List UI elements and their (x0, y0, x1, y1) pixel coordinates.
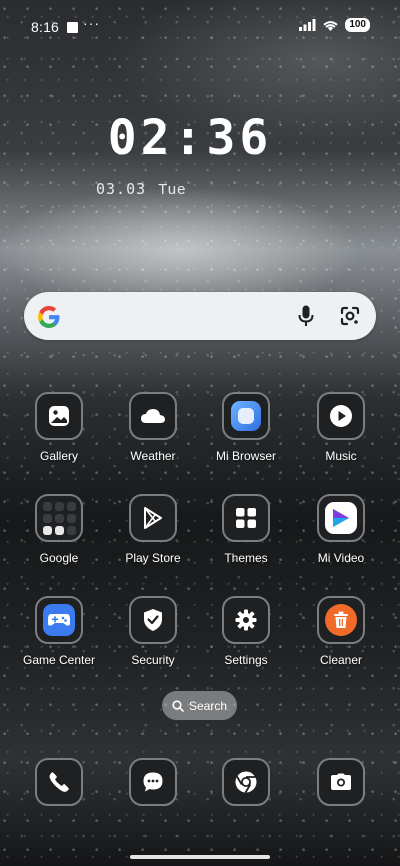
dock-messages[interactable] (108, 758, 198, 806)
weekday-text: Tue (158, 181, 187, 198)
app-cleaner[interactable]: Cleaner (296, 596, 386, 667)
google-g-icon (38, 306, 60, 328)
play-store-icon (129, 494, 177, 542)
notification-square-icon (67, 22, 78, 33)
camera-icon (317, 758, 365, 806)
dock-camera[interactable] (296, 758, 386, 806)
signal-icon (299, 19, 316, 31)
video-icon (317, 494, 365, 542)
cloud-icon (129, 392, 177, 440)
trash-icon (317, 596, 365, 644)
date-text: 03.03 (96, 180, 147, 198)
app-mi-browser[interactable]: Mi Browser (201, 392, 291, 463)
home-indicator[interactable] (130, 855, 270, 859)
gamepad-icon (35, 596, 83, 644)
app-mi-video[interactable]: Mi Video (296, 494, 386, 565)
google-search-bar[interactable] (24, 292, 376, 340)
app-label: Gallery (39, 449, 78, 463)
app-label: Music (325, 449, 357, 463)
dock-phone[interactable] (14, 758, 104, 806)
app-label: Mi Video (317, 551, 365, 565)
status-time: 8:16 (31, 19, 60, 35)
app-themes[interactable]: Themes (201, 494, 291, 565)
app-search-pill[interactable]: Search (162, 691, 237, 720)
app-label: Google (39, 551, 79, 565)
play-icon (317, 392, 365, 440)
battery-indicator: 100 (345, 18, 370, 32)
grid-icon (222, 494, 270, 542)
wifi-icon (323, 20, 338, 31)
google-lens-icon[interactable] (340, 306, 360, 326)
app-label: Play Store (125, 551, 181, 565)
status-bar: 8:16 ··· 100 (0, 0, 400, 54)
gallery-icon (35, 392, 83, 440)
app-label: Mi Browser (215, 449, 276, 463)
message-icon (129, 758, 177, 806)
app-label: Security (131, 653, 175, 667)
app-label: Weather (130, 449, 176, 463)
app-label: Themes (224, 551, 268, 565)
app-settings[interactable]: Settings (201, 596, 291, 667)
phone-icon (35, 758, 83, 806)
app-label: Cleaner (319, 653, 363, 667)
mic-icon[interactable] (298, 305, 314, 327)
browser-icon (222, 392, 270, 440)
dock-chrome[interactable] (201, 758, 291, 806)
app-folder-google[interactable]: Google (14, 494, 104, 565)
app-security[interactable]: Security (108, 596, 198, 667)
search-pill-label: Search (188, 698, 228, 713)
app-gallery[interactable]: Gallery (14, 392, 104, 463)
app-label: Settings (224, 653, 268, 667)
more-notifications-icon: ··· (83, 15, 100, 31)
app-label: Game Center (22, 653, 96, 667)
app-music[interactable]: Music (296, 392, 386, 463)
clock-date[interactable]: 03.03 Tue (96, 180, 186, 198)
gear-icon (222, 596, 270, 644)
folder-icon (35, 494, 83, 542)
app-weather[interactable]: Weather (108, 392, 198, 463)
search-icon (172, 699, 184, 712)
app-play-store[interactable]: Play Store (108, 494, 198, 565)
shield-check-icon (129, 596, 177, 644)
status-indicators: 100 (299, 18, 370, 32)
chrome-icon (222, 758, 270, 806)
app-game-center[interactable]: Game Center (14, 596, 104, 667)
clock-time[interactable]: 02:36 (0, 110, 380, 166)
